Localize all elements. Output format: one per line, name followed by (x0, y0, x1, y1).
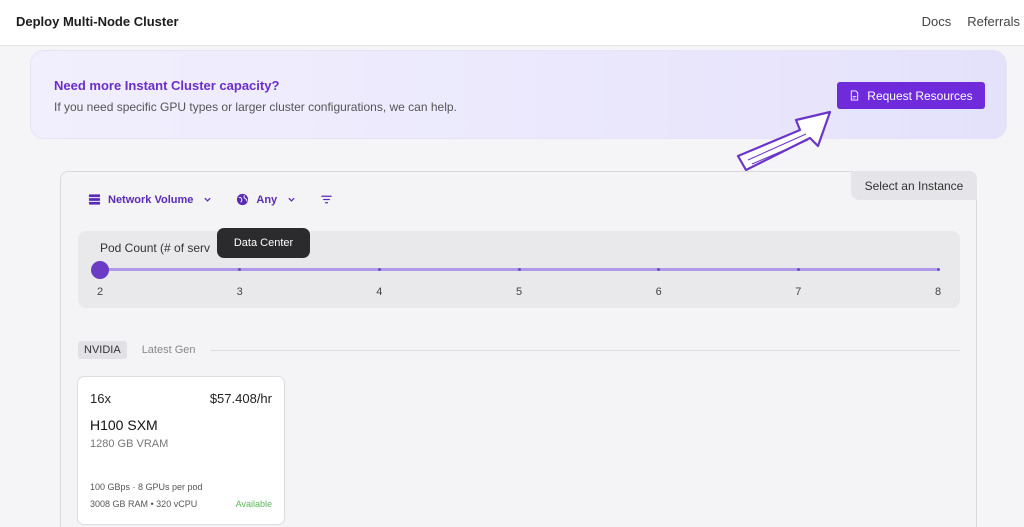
slider-tick-label: 3 (236, 286, 243, 298)
pod-count-label: Pod Count (# of serv (100, 241, 211, 255)
slider-tick-label: 2 (96, 286, 104, 298)
network-volume-dropdown[interactable]: Network Volume (88, 193, 212, 206)
top-bar: Deploy Multi-Node Cluster Docs Referrals (0, 0, 1024, 46)
gpu-name: H100 SXM (90, 417, 158, 433)
slider-tick-label: 8 (934, 286, 942, 298)
slider-tick-label: 4 (376, 286, 383, 298)
gpu-count: 16x (90, 391, 111, 406)
slider-thumb[interactable] (91, 261, 109, 279)
chevron-down-icon (204, 197, 212, 202)
slider-tick-label: 7 (795, 286, 802, 298)
tab-nvidia[interactable]: NVIDIA (78, 341, 127, 359)
network-volume-label: Network Volume (108, 193, 194, 206)
chevron-down-icon (288, 197, 295, 202)
data-center-dropdown[interactable]: Any (236, 193, 296, 206)
capacity-banner: Need more Instant Cluster capacity? If y… (30, 50, 1007, 139)
banner-subtext: If you need specific GPU types or larger… (54, 100, 457, 114)
pod-count-slider-box: Pod Count (# of serv 2 3 4 5 6 7 8 (78, 231, 960, 308)
data-center-label: Any (256, 193, 278, 206)
slider-tick-label: 5 (515, 286, 523, 298)
request-resources-button[interactable]: Request Resources (837, 82, 985, 109)
globe-icon (237, 193, 249, 206)
slider-tick (936, 268, 940, 271)
filter-icon (321, 195, 332, 204)
nav-docs[interactable]: Docs (922, 14, 952, 29)
slider-tick (517, 268, 521, 271)
page-title: Deploy Multi-Node Cluster (16, 14, 179, 29)
divider (209, 349, 960, 351)
filter-button[interactable] (320, 193, 333, 206)
availability-status: Available (235, 499, 272, 509)
storage-icon (88, 194, 101, 205)
gpu-vram: 1280 GB VRAM (90, 438, 169, 450)
slider-tick (377, 268, 381, 271)
data-center-tooltip: Data Center (217, 228, 310, 258)
gpu-network-spec: 100 GBps · 8 GPUs per pod (90, 482, 203, 492)
banner-heading: Need more Instant Cluster capacity? (54, 78, 280, 93)
hand-drawn-arrow-icon (736, 110, 832, 172)
slider-tick-label: 6 (655, 286, 662, 298)
filter-bar: Network Volume Any (88, 193, 357, 206)
gpu-category-tabs: NVIDIA Latest Gen (78, 340, 960, 360)
top-nav: Docs Referrals (922, 14, 1020, 29)
gpu-card-h100-sxm[interactable]: 16x $57.408/hr H100 SXM 1280 GB VRAM 100… (77, 376, 285, 525)
document-icon (851, 90, 859, 101)
tab-latest-gen[interactable]: Latest Gen (142, 344, 196, 356)
gpu-ram-cpu-spec: 3008 GB RAM • 320 vCPU (90, 499, 198, 509)
request-resources-label: Request Resources (867, 88, 973, 103)
nav-referrals[interactable]: Referrals (967, 14, 1020, 29)
slider-tick (796, 268, 800, 271)
select-instance-tab[interactable]: Select an Instance (851, 171, 977, 200)
gpu-price: $57.408/hr (209, 391, 272, 406)
